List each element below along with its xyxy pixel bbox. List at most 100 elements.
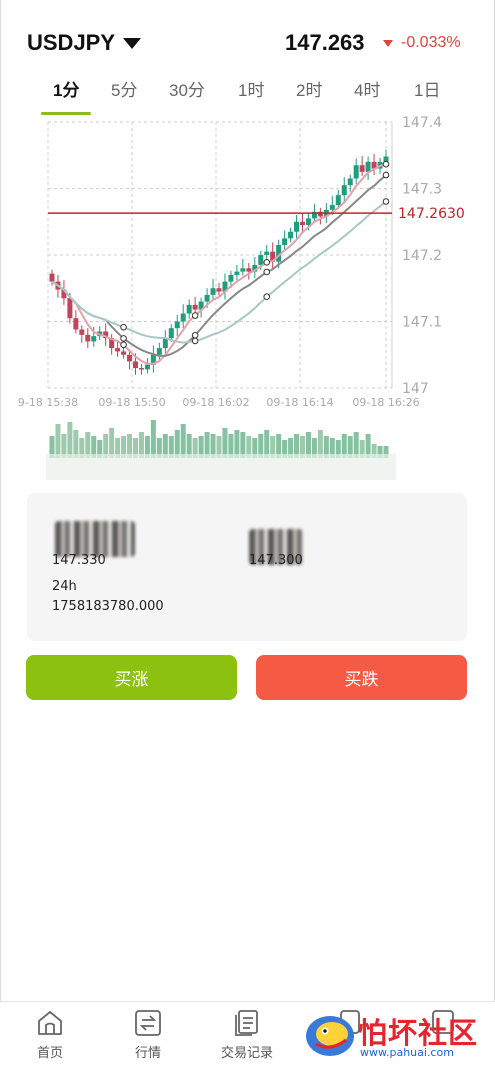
buy-up-button[interactable]: 买涨 bbox=[26, 655, 237, 700]
tab-1day[interactable]: 1日 bbox=[414, 76, 440, 101]
nav-label-market: 行情 bbox=[134, 1046, 161, 1061]
candle-body bbox=[168, 328, 174, 339]
ma-marker bbox=[382, 171, 390, 179]
volume-smudge bbox=[46, 454, 396, 480]
last-price-label: 147.2630 bbox=[398, 206, 465, 222]
nav-item-market[interactable]: 行情 bbox=[108, 1008, 188, 1061]
watermark-logo-icon bbox=[306, 1016, 354, 1056]
x-tick-label: 09-18 15:50 bbox=[98, 396, 165, 409]
ma-marker bbox=[120, 341, 127, 349]
symbol-label: USDJPY bbox=[27, 30, 116, 55]
candle-body bbox=[204, 294, 210, 302]
volume-bar bbox=[67, 422, 73, 458]
volume-bar bbox=[180, 424, 186, 458]
ma-marker bbox=[191, 312, 199, 319]
candle-body bbox=[186, 304, 192, 314]
caret-down-icon bbox=[123, 37, 142, 49]
candle-body bbox=[216, 288, 222, 292]
candle-body bbox=[127, 354, 133, 362]
candle-body bbox=[246, 268, 252, 272]
ma-marker bbox=[191, 331, 199, 339]
candle-body bbox=[264, 251, 270, 255]
x-tick-label: 09-18 16:26 bbox=[352, 396, 419, 409]
info-left-value: 147.330 bbox=[52, 553, 106, 568]
candle-body bbox=[359, 165, 365, 172]
exchange-icon bbox=[135, 1010, 161, 1036]
candle-body bbox=[282, 238, 288, 246]
tab-2hour[interactable]: 2时 bbox=[296, 76, 322, 101]
volume-label: 24h bbox=[52, 579, 77, 594]
symbol-selector[interactable]: USDJPY bbox=[27, 30, 142, 56]
candle-body bbox=[180, 313, 186, 322]
candle-body bbox=[228, 274, 234, 282]
nav-item-home[interactable]: 首页 bbox=[10, 1008, 90, 1061]
volume-bar bbox=[317, 430, 323, 458]
market-info-card: 147.330 147.300 24h 1758183780.000 bbox=[27, 493, 467, 641]
candle-body bbox=[91, 336, 97, 342]
candle-body bbox=[115, 348, 121, 352]
candle-body bbox=[300, 221, 305, 226]
candle-body bbox=[305, 218, 311, 226]
candle-body bbox=[79, 329, 85, 335]
y-tick-label: 147 bbox=[402, 381, 429, 397]
candle-body bbox=[67, 298, 73, 319]
candle-body bbox=[341, 185, 347, 196]
kline-chart[interactable]: 147.4 147.3 147.2 147.1 147 9-18 15:38 09-18 1… bbox=[0, 112, 495, 492]
candle-body bbox=[258, 255, 264, 265]
candle-body bbox=[234, 271, 240, 275]
ma-marker bbox=[263, 259, 271, 266]
volume-bar bbox=[150, 420, 156, 458]
obscured-label-left bbox=[55, 521, 135, 557]
nav-label-home: 首页 bbox=[36, 1046, 63, 1061]
volume-bar bbox=[222, 428, 228, 458]
kline-chart-svg: 147.4 147.3 147.2 147.1 147 9-18 15:38 09-18 1… bbox=[18, 115, 465, 480]
y-tick-label: 147.4 bbox=[402, 115, 442, 131]
x-tick-label: 9-18 15:38 bbox=[18, 396, 78, 409]
candle-body bbox=[121, 351, 127, 355]
buy-down-button[interactable]: 买跌 bbox=[256, 655, 467, 700]
candle-body bbox=[174, 321, 180, 329]
candle-body bbox=[353, 165, 359, 179]
volume-value: 1758183780.000 bbox=[52, 599, 164, 614]
volume-bar bbox=[234, 430, 240, 458]
down-arrow-icon bbox=[383, 39, 393, 47]
y-tick-label: 147.1 bbox=[402, 315, 442, 331]
candle-body bbox=[85, 334, 91, 342]
nav-label-trade-records: 交易记录 bbox=[220, 1046, 273, 1061]
candle-body bbox=[288, 231, 294, 239]
y-tick-label: 147.2 bbox=[402, 248, 442, 264]
info-right-value: 147.300 bbox=[249, 553, 303, 568]
tab-30min[interactable]: 30分 bbox=[169, 76, 205, 101]
x-tick-label: 09-18 16:14 bbox=[266, 396, 333, 409]
candle-body bbox=[73, 318, 79, 330]
volume-bar bbox=[73, 430, 79, 458]
candle-body bbox=[144, 364, 150, 370]
tab-5min[interactable]: 5分 bbox=[111, 76, 137, 101]
ma-marker bbox=[382, 160, 390, 168]
candle-body bbox=[156, 348, 162, 355]
candle-body bbox=[365, 161, 371, 172]
candle-body bbox=[49, 273, 55, 282]
tab-4hour[interactable]: 4时 bbox=[354, 76, 380, 101]
candle-body bbox=[329, 205, 335, 210]
tab-1min[interactable]: 1分 bbox=[53, 76, 79, 101]
price-change-value: -0.033% bbox=[401, 34, 461, 51]
tab-1hour[interactable]: 1时 bbox=[238, 76, 264, 101]
nav-item-trade-records[interactable]: 交易记录 bbox=[207, 1008, 287, 1061]
x-tick-label: 09-18 16:02 bbox=[182, 396, 249, 409]
volume-bar bbox=[264, 430, 270, 458]
volume-bar bbox=[174, 430, 180, 458]
ma-marker bbox=[382, 198, 390, 205]
watermark: 怕坏社区 www.pahuai.com bbox=[300, 1006, 495, 1062]
ma-marker bbox=[263, 268, 271, 276]
candle-body bbox=[240, 268, 246, 272]
document-icon bbox=[235, 1010, 258, 1036]
ma-marker bbox=[191, 337, 199, 345]
candle-body bbox=[294, 221, 300, 232]
candle-body bbox=[133, 361, 138, 369]
candle-body bbox=[335, 195, 341, 206]
watermark-url: www.pahuai.com bbox=[360, 1046, 454, 1059]
ma-marker bbox=[120, 335, 127, 342]
candle-body bbox=[192, 304, 198, 310]
candle-body bbox=[210, 288, 216, 295]
